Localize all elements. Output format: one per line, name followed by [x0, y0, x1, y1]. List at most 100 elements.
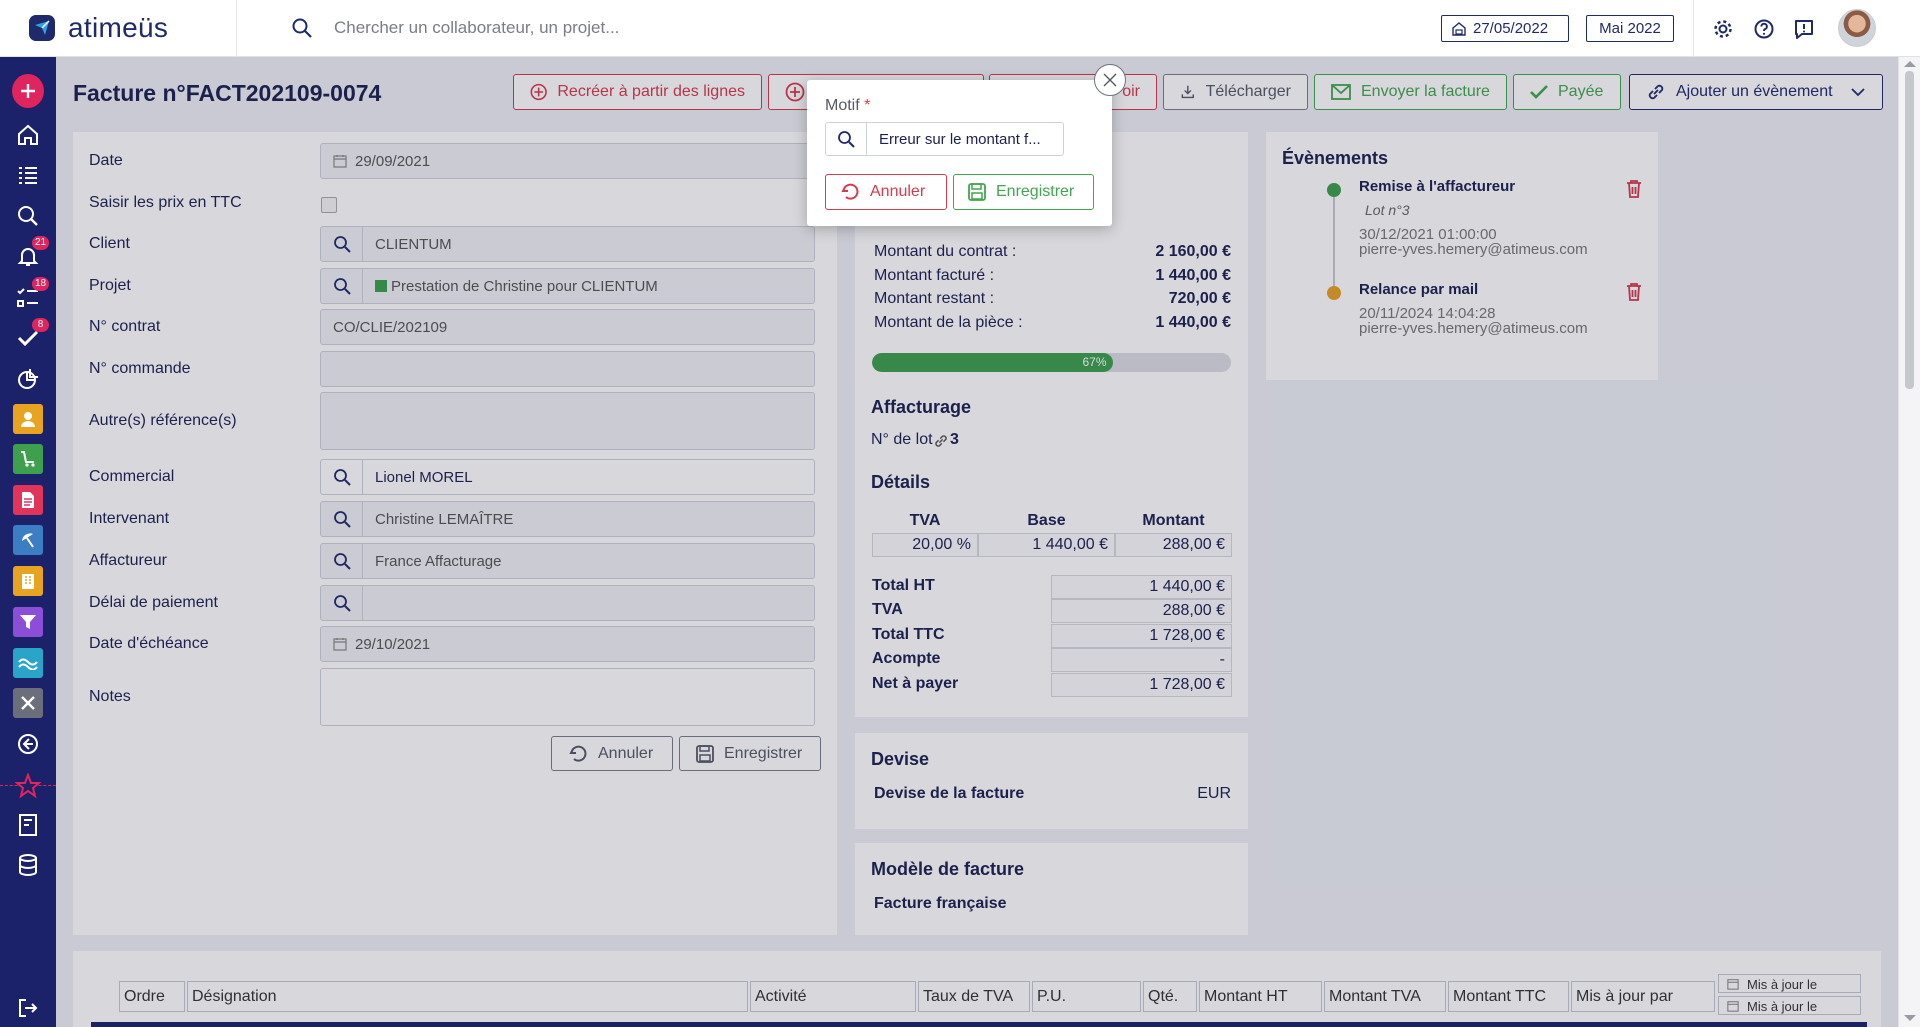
sidebar-item-list[interactable]: [12, 159, 44, 191]
plus-circle-icon: [530, 83, 547, 101]
scroll-up-arrow[interactable]: [1904, 61, 1916, 67]
home-icon: [18, 124, 38, 145]
refs-textarea[interactable]: [320, 392, 815, 450]
column-header-activity[interactable]: Activité: [750, 981, 916, 1012]
column-header-amount-tva[interactable]: Montant TVA: [1324, 981, 1446, 1012]
affactureur-search-button[interactable]: [321, 544, 363, 578]
acompte-value: -: [1051, 648, 1232, 672]
delai-field[interactable]: [320, 585, 815, 621]
sidebar-item-admin[interactable]: [12, 687, 44, 719]
reason-save-button[interactable]: Enregistrer: [953, 174, 1094, 210]
client-field[interactable]: CLIENTUM: [320, 226, 815, 262]
total-ttc-label: Total TTC: [872, 626, 945, 643]
add-event-button[interactable]: Ajouter un évènement: [1629, 74, 1883, 110]
reason-cancel-button[interactable]: Annuler: [825, 174, 947, 210]
column-header-updated-at-filter[interactable]: Mis à jour le: [1718, 996, 1861, 1015]
download-button[interactable]: Télécharger: [1163, 74, 1308, 110]
top-bar: atimeüs 27/05/2022 Mai 2022: [0, 0, 1920, 57]
sidebar-item-search[interactable]: [12, 200, 44, 232]
projet-search-button[interactable]: [321, 269, 363, 303]
date-selector[interactable]: 27/05/2022: [1441, 15, 1569, 42]
calendar-icon: [1727, 979, 1739, 990]
sidebar-item-tasks[interactable]: 18: [12, 277, 50, 313]
divider: [236, 0, 237, 57]
reason-search-button[interactable]: [826, 123, 867, 155]
sidebar-item-billing[interactable]: [12, 809, 44, 841]
ttc-checkbox[interactable]: [321, 197, 337, 213]
affactureur-field[interactable]: France Affacturage: [320, 543, 815, 579]
logo[interactable]: atimeüs: [26, 12, 168, 44]
sidebar-item-home[interactable]: [12, 119, 44, 151]
column-header-unit-price[interactable]: P.U.: [1032, 981, 1141, 1012]
contrat-field[interactable]: CO/CLIE/202109: [320, 309, 815, 345]
sidebar-item-leave[interactable]: [12, 524, 44, 556]
sidebar-item-purchases[interactable]: [12, 443, 44, 475]
global-search-input[interactable]: [334, 14, 974, 42]
column-header-updated-at[interactable]: Mis à jour le: [1718, 974, 1861, 993]
intervenant-field[interactable]: Christine LEMAÎTRE: [320, 501, 815, 537]
search-icon: [333, 469, 351, 486]
column-header-amount-ttc[interactable]: Montant TTC: [1448, 981, 1569, 1012]
column-header-amount-ht[interactable]: Montant HT: [1199, 981, 1322, 1012]
reason-input[interactable]: Erreur sur le montant f...: [825, 122, 1064, 156]
invoiced-amount-value: 1 440,00 €: [1155, 267, 1231, 284]
echeance-value: 29/10/2021: [355, 635, 431, 653]
help-icon[interactable]: [1753, 18, 1775, 40]
notes-textarea[interactable]: [320, 668, 815, 726]
column-header-vat-rate[interactable]: Taux de TVA: [918, 981, 1030, 1012]
search-icon: [292, 18, 312, 38]
user-avatar[interactable]: [1838, 9, 1876, 47]
form-cancel-button[interactable]: Annuler: [551, 736, 673, 771]
sidebar-add-button[interactable]: [12, 74, 44, 108]
date-field[interactable]: 29/09/2021: [320, 143, 815, 179]
timeline-line: [1333, 190, 1335, 293]
trash-icon[interactable]: [1625, 179, 1643, 199]
commercial-search-button[interactable]: [321, 460, 363, 494]
sidebar-item-pipeline[interactable]: [12, 606, 44, 638]
reason-save-label: Enregistrer: [996, 183, 1075, 200]
sidebar-item-back[interactable]: [12, 728, 44, 760]
sidebar-item-validations[interactable]: 8: [12, 318, 49, 354]
projet-field[interactable]: Prestation de Christine pour CLIENTUM: [320, 268, 815, 304]
sidebar-item-reports[interactable]: [12, 363, 44, 395]
sidebar-item-notifications[interactable]: 21: [12, 236, 50, 272]
current-month: Mai 2022: [1599, 20, 1661, 37]
add-event-label: Ajouter un évènement: [1676, 83, 1833, 100]
sidebar-item-logout[interactable]: [12, 992, 44, 1024]
page-scrollbar[interactable]: [1898, 57, 1920, 1027]
dialog-close-button[interactable]: [1094, 64, 1126, 96]
sidebar-item-data[interactable]: [12, 849, 44, 881]
column-header-qty[interactable]: Qté.: [1143, 981, 1197, 1012]
commercial-field[interactable]: Lionel MOREL: [320, 459, 815, 495]
scroll-down-arrow[interactable]: [1904, 1015, 1916, 1021]
feedback-icon[interactable]: [1793, 18, 1815, 40]
column-header-order[interactable]: Ordre: [119, 981, 185, 1012]
sidebar-item-favorites[interactable]: [12, 770, 44, 802]
gear-icon[interactable]: [1712, 18, 1734, 40]
intervenant-search-button[interactable]: [321, 502, 363, 536]
link-icon[interactable]: [933, 433, 949, 449]
scroll-thumb[interactable]: [1905, 71, 1914, 389]
form-save-button[interactable]: Enregistrer: [679, 736, 821, 771]
send-invoice-button[interactable]: Envoyer la facture: [1314, 74, 1507, 110]
logo-mark-icon: [29, 15, 55, 41]
sidebar-item-partners[interactable]: [12, 647, 44, 679]
search-icon: [333, 553, 351, 570]
echeance-field[interactable]: 29/10/2021: [320, 626, 815, 662]
event-title[interactable]: Remise à l'affactureur: [1359, 178, 1515, 195]
event-title[interactable]: Relance par mail: [1359, 281, 1478, 298]
column-header-updated-by[interactable]: Mis à jour par: [1571, 981, 1715, 1012]
sidebar-item-users[interactable]: [12, 403, 44, 435]
delai-search-button[interactable]: [321, 586, 363, 620]
paid-button[interactable]: Payée: [1513, 74, 1621, 110]
sidebar-item-company[interactable]: [12, 565, 44, 597]
link-icon: [1648, 84, 1664, 100]
column-header-designation[interactable]: Désignation: [187, 981, 748, 1012]
commande-field[interactable]: [320, 351, 815, 387]
download-label: Télécharger: [1205, 83, 1291, 100]
client-search-button[interactable]: [321, 227, 363, 261]
month-selector[interactable]: Mai 2022: [1586, 15, 1674, 42]
recreate-from-lines-button[interactable]: Recréer à partir des lignes: [513, 74, 762, 110]
trash-icon[interactable]: [1625, 282, 1643, 302]
sidebar-item-invoices[interactable]: [12, 484, 44, 516]
